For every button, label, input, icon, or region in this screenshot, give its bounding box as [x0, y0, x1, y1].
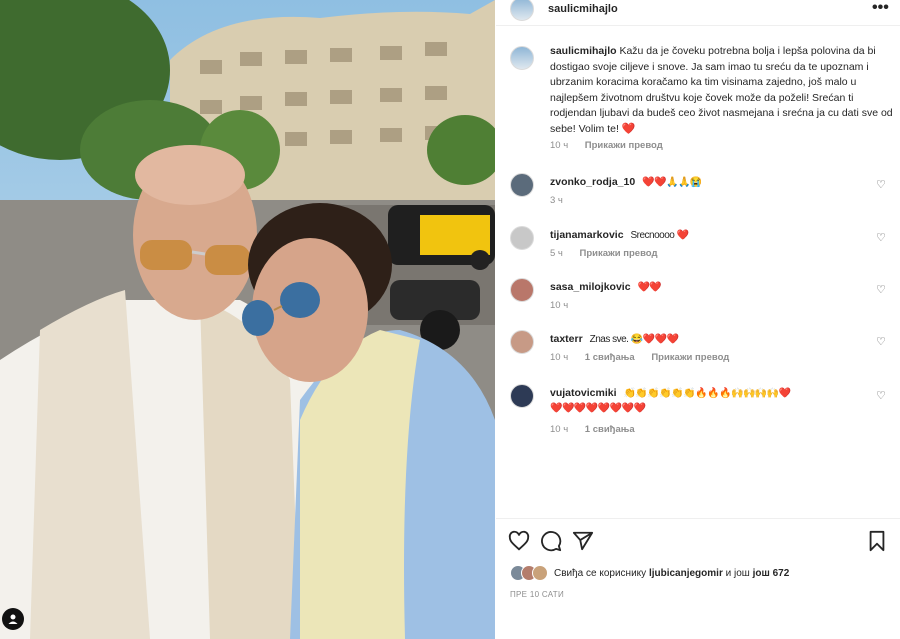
comment-text: vujatovicmiki 👏👏👏👏👏👏🔥🔥🔥🙌🙌🙌🙌❤️ — [550, 387, 791, 399]
comment-time[interactable]: 10 ч — [550, 424, 568, 435]
comment-avatar[interactable] — [510, 173, 534, 197]
author-username[interactable]: saulicmihajlo — [548, 3, 618, 15]
comment-username[interactable]: taxterr — [550, 333, 583, 345]
post-photo[interactable] — [0, 0, 495, 639]
comment-avatar[interactable] — [510, 330, 534, 354]
comment-username[interactable]: zvonko_rodja_10 — [550, 176, 635, 188]
caption-heart-emoji: ❤️ — [621, 122, 636, 135]
tagged-users-icon[interactable] — [2, 608, 24, 630]
comment-likes-count[interactable]: 1 свиђања — [585, 424, 635, 435]
comment-translate-link[interactable]: Прикажи превод — [651, 352, 729, 363]
comment-body: Srecnoooo ❤️ — [630, 230, 689, 241]
comment: zvonko_rodja_10 ❤️❤️🙏🙏😭 3 ч ♡ — [510, 173, 890, 219]
caption-translate-link[interactable]: Прикажи превод — [585, 140, 663, 151]
comment-like-heart-icon[interactable]: ♡ — [876, 283, 886, 296]
comment-body: ❤️❤️🙏🙏😭 — [642, 177, 702, 188]
comment: sasa_milojkovic ❤️❤️ 10 ч ♡ — [510, 278, 890, 324]
comment-body: 👏👏👏👏👏👏🔥🔥🔥🙌🙌🙌🙌❤️ — [623, 388, 791, 399]
comment-time[interactable]: 10 ч — [550, 352, 568, 363]
comment-like-heart-icon[interactable]: ♡ — [876, 389, 886, 402]
comment-time[interactable]: 10 ч — [550, 300, 568, 311]
liker-avatar — [532, 565, 548, 581]
caption-text: saulicmihajlo Kažu da je čoveku potrebna… — [550, 44, 896, 137]
comment-icon[interactable] — [540, 530, 562, 552]
comment-text-continued: ❤️❤️❤️❤️❤️❤️❤️❤️ — [550, 402, 646, 414]
comment-username[interactable]: tijanamarkovic — [550, 229, 624, 241]
likes-summary: Свиђа се кориснику ljubicanjegomir и још… — [510, 565, 890, 583]
caption-username[interactable]: saulicmihajlo — [550, 45, 617, 57]
share-icon[interactable] — [572, 530, 594, 552]
likes-prefix: Свиђа се кориснику — [554, 568, 647, 579]
comment-time[interactable]: 3 ч — [550, 195, 563, 206]
comment-like-heart-icon[interactable]: ♡ — [876, 335, 886, 348]
comment-likes-count[interactable]: 1 свиђања — [585, 352, 635, 363]
caption-body: Kažu da je čoveku potrebna bolja i lepša… — [550, 45, 893, 135]
comment-meta: 10 ч 1 свиђања — [550, 424, 635, 435]
comment-avatar[interactable] — [510, 226, 534, 250]
comment-text: tijanamarkovic Srecnoooo ❤️ — [550, 229, 689, 241]
caption-avatar[interactable] — [510, 46, 534, 70]
comment-text: zvonko_rodja_10 ❤️❤️🙏🙏😭 — [550, 176, 702, 188]
more-options-icon[interactable]: ••• — [872, 0, 889, 16]
comment-avatar[interactable] — [510, 384, 534, 408]
comment-body: ❤️❤️ — [637, 282, 662, 293]
likes-text: Свиђа се кориснику ljubicanjegomir и још… — [554, 568, 789, 579]
comment-body-continued: ❤️❤️❤️❤️❤️❤️❤️❤️ — [550, 403, 646, 414]
caption-time[interactable]: 10 ч — [550, 140, 568, 151]
comment-meta: 5 ч Прикажи превод — [550, 248, 658, 259]
comment-avatar[interactable] — [510, 278, 534, 302]
post-details-panel: saulicmihajlo ••• saulicmihajlo Kažu da … — [496, 0, 900, 639]
actions-divider — [496, 518, 900, 519]
likes-count[interactable]: још 672 — [753, 568, 790, 579]
comment-text: sasa_milojkovic ❤️❤️ — [550, 281, 662, 293]
comment: vujatovicmiki 👏👏👏👏👏👏🔥🔥🔥🙌🙌🙌🙌❤️ ❤️❤️❤️❤️❤️… — [510, 384, 890, 444]
posted-time[interactable]: ПРЕ 10 САТИ — [510, 590, 564, 599]
comment-like-heart-icon[interactable]: ♡ — [876, 178, 886, 191]
comment-meta: 10 ч 1 свиђања Прикажи превод — [550, 352, 729, 363]
author-avatar[interactable] — [510, 0, 534, 21]
comment-text: taxterr Znas sve. 😂❤️❤️❤️ — [550, 333, 679, 345]
likers-avatars[interactable] — [510, 565, 558, 583]
comment-translate-link[interactable]: Прикажи превод — [580, 248, 658, 259]
post-header: saulicmihajlo ••• — [496, 0, 900, 26]
post-photo-image — [0, 0, 495, 639]
post-actions-bar — [508, 530, 888, 554]
comment-username[interactable]: vujatovicmiki — [550, 387, 617, 399]
caption-meta: 10 ч Прикажи превод — [550, 140, 663, 151]
liker-username[interactable]: ljubicanjegomir — [649, 568, 723, 579]
comment-like-heart-icon[interactable]: ♡ — [876, 231, 886, 244]
comment: tijanamarkovic Srecnoooo ❤️ 5 ч Прикажи … — [510, 226, 890, 272]
heart-icon[interactable] — [508, 530, 530, 552]
comment-meta: 10 ч — [550, 300, 568, 311]
comment: taxterr Znas sve. 😂❤️❤️❤️ 10 ч 1 свиђања… — [510, 330, 890, 376]
comment-body: Znas sve. 😂❤️❤️❤️ — [589, 334, 679, 345]
likes-middle: и још — [725, 568, 750, 579]
comment-meta: 3 ч — [550, 195, 563, 206]
comment-username[interactable]: sasa_milojkovic — [550, 281, 631, 293]
bookmark-icon[interactable] — [866, 530, 888, 552]
comment-time[interactable]: 5 ч — [550, 248, 563, 259]
